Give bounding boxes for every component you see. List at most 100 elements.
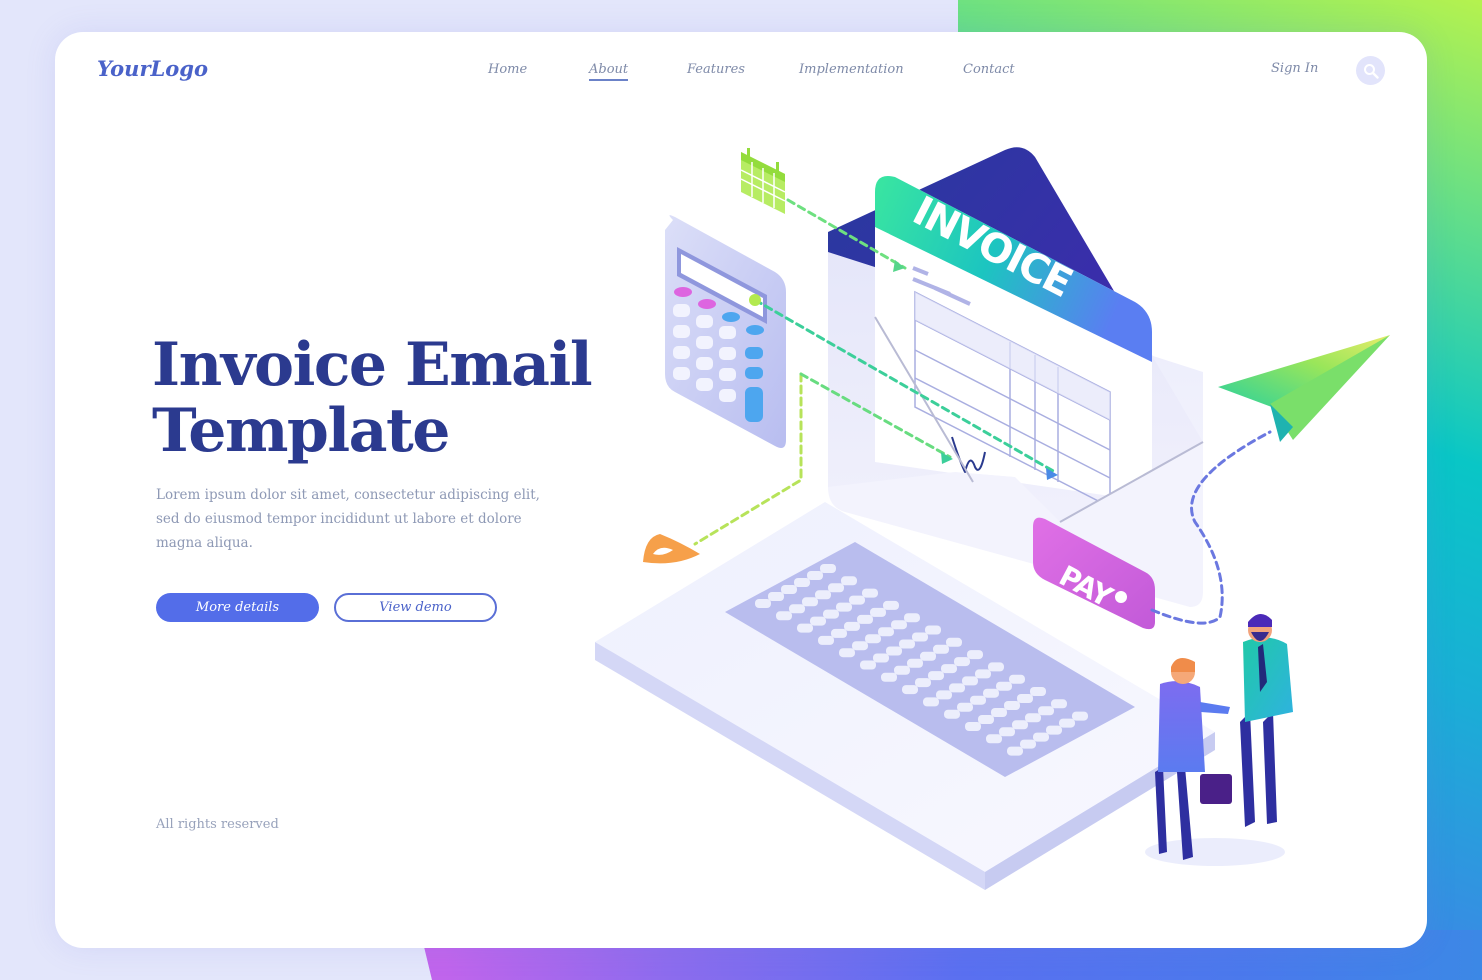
landing-card: YourLogo Home About Features Implementat…: [55, 32, 1427, 948]
keyboard-key: [802, 597, 818, 607]
keyboard-key: [852, 641, 868, 651]
calculator-key: [673, 325, 690, 338]
title-line-2: Template: [152, 396, 450, 466]
keyboard-key: [1007, 746, 1023, 756]
keyboard-key: [768, 592, 784, 601]
keyboard-key: [904, 613, 920, 623]
pay-button-tag: PAY: [1033, 517, 1155, 630]
keyboard-key: [923, 697, 939, 707]
keyboard-key: [841, 576, 857, 586]
shield-icon: [643, 534, 700, 564]
title-line-1: Invoice Email: [152, 330, 593, 400]
calculator-icon: [665, 215, 786, 448]
keyboard-key: [967, 650, 983, 660]
keyboard-key: [865, 634, 881, 644]
calculator-key: [696, 315, 713, 328]
nav-home[interactable]: Home: [488, 62, 527, 77]
keyboard-key: [962, 676, 978, 686]
keyboard-key: [1038, 706, 1054, 716]
keyboard-key: [1009, 674, 1025, 684]
keyboard-key: [1020, 739, 1036, 749]
keyboard-key: [886, 646, 902, 656]
keyboard-key: [915, 678, 931, 688]
page-title: Invoice Email Template: [152, 332, 632, 464]
keyboard-key: [920, 651, 936, 661]
keyboard-key: [991, 708, 1007, 717]
keyboard-key: [878, 627, 894, 637]
calculator-key: [719, 368, 736, 381]
invoice-label: INVOICE: [905, 188, 1078, 306]
copyright-text: All rights reserved: [156, 817, 279, 832]
view-demo-button[interactable]: View demo: [334, 593, 497, 622]
keyboard-key: [862, 588, 878, 598]
keyboard-key: [857, 614, 873, 624]
keyboard-key: [1017, 694, 1033, 703]
keyboard-key: [810, 616, 826, 626]
calculator-key: [673, 346, 690, 359]
keyboard-key: [839, 648, 855, 658]
keyboard-key: [970, 695, 986, 705]
keyboard-key: [975, 669, 991, 679]
keyboard-key: [999, 727, 1015, 737]
search-button[interactable]: [1356, 56, 1385, 85]
keyboard-key: [789, 604, 805, 614]
keyboard-key: [941, 664, 957, 674]
keyboard-key: [883, 600, 899, 610]
keyboard-key: [1030, 687, 1046, 696]
keyboard-key: [828, 583, 844, 593]
keyboard-key: [1004, 701, 1020, 710]
keyboard-key: [1072, 711, 1088, 721]
keyboard-key: [907, 658, 923, 668]
keyboard-key: [957, 702, 973, 712]
handshake-people-icon: [1145, 613, 1293, 866]
keyboard-key: [936, 690, 952, 700]
keyboard-key: [891, 620, 907, 630]
keyboard-key: [860, 660, 876, 670]
keyboard-key: [1033, 732, 1049, 742]
calculator-key: [719, 389, 736, 402]
nav-features[interactable]: Features: [687, 62, 745, 77]
keyboard-key: [807, 571, 823, 580]
calculator-key: [719, 347, 736, 360]
keyboard-key: [836, 602, 852, 612]
invoice-document: INVOICE: [875, 176, 1152, 509]
keyboard-key: [902, 685, 918, 695]
keyboard-key: [944, 709, 960, 719]
keyboard-key: [776, 611, 792, 621]
keyboard: [755, 564, 1088, 756]
keyboard-key: [928, 671, 944, 681]
keyboard-key: [925, 625, 941, 635]
keyboard-key: [954, 657, 970, 667]
keyboard-key: [755, 599, 771, 608]
hero-description: Lorem ipsum dolor sit amet, consectetur …: [156, 487, 540, 551]
keyboard-key: [1046, 725, 1062, 735]
pay-label: PAY: [1054, 559, 1119, 614]
nav-about[interactable]: About: [589, 62, 629, 81]
nav-implementation[interactable]: Implementation: [799, 62, 904, 77]
keyboard-key: [965, 722, 981, 731]
keyboard-key: [949, 683, 965, 693]
calculator-key: [673, 367, 690, 380]
calculator-key: [719, 326, 736, 339]
sign-in-link[interactable]: Sign In: [1271, 61, 1318, 76]
envelope-icon: [828, 147, 1203, 592]
keyboard-key: [1025, 713, 1041, 723]
keyboard-key: [873, 653, 889, 663]
search-icon: [1363, 63, 1379, 79]
keyboard-key: [820, 564, 836, 573]
nav-contact[interactable]: Contact: [963, 62, 1015, 77]
laptop-icon: [595, 502, 1215, 890]
keyboard-key: [983, 688, 999, 698]
keyboard-key: [996, 681, 1012, 691]
calendar-icon: [740, 148, 786, 214]
keyboard-key: [1059, 718, 1075, 728]
keyboard-key: [797, 623, 813, 633]
calculator-key: [673, 304, 690, 317]
calculator-key: [696, 336, 713, 349]
keyboard-key: [781, 585, 797, 594]
main-nav: Home About Features Implementation Conta…: [55, 62, 1427, 86]
more-details-button[interactable]: More details: [156, 593, 319, 622]
keyboard-key: [946, 637, 962, 647]
keyboard-key: [870, 607, 886, 617]
keyboard-key: [849, 595, 865, 605]
